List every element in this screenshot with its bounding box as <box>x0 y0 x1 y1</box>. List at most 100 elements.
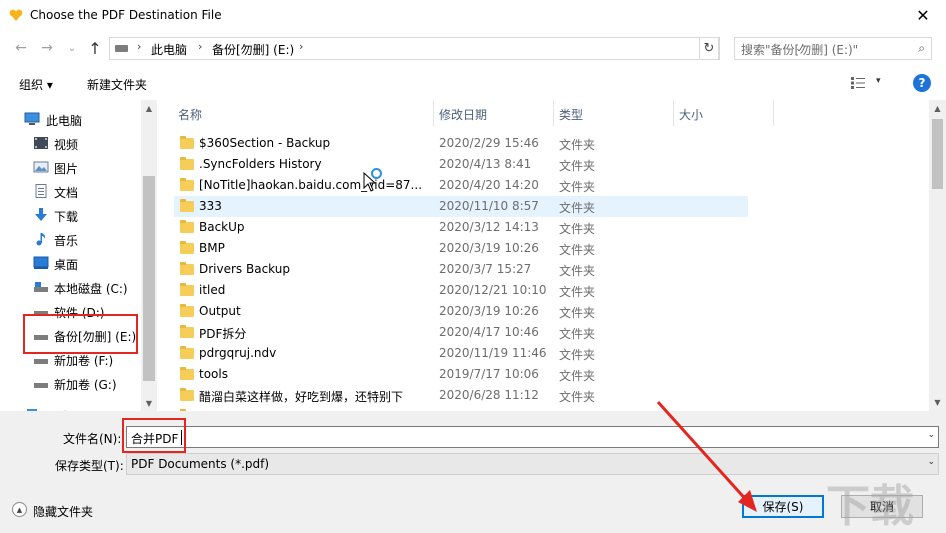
document-icon <box>35 184 47 198</box>
folder-icon <box>180 199 194 212</box>
sidebar-item-desktop[interactable]: 桌面 <box>0 252 141 274</box>
file-date: 2020/3/19 10:26 <box>439 241 539 255</box>
sidebar-item-pictures[interactable]: 图片 <box>0 156 141 178</box>
file-row[interactable]: BackUp 2020/3/12 14:13 文件夹 <box>174 217 748 238</box>
file-date: 2020/4/20 14:20 <box>439 178 539 192</box>
file-row[interactable]: .SyncFolders History 2020/4/13 8:41 文件夹 <box>174 154 748 175</box>
file-row[interactable]: Output 2020/3/19 10:26 文件夹 <box>174 301 748 322</box>
file-row[interactable]: PDF拆分 2020/4/17 10:46 文件夹 <box>174 322 748 343</box>
file-row[interactable]: $360Section - Backup 2020/2/29 15:46 文件夹 <box>174 133 748 154</box>
file-date: 2020/3/12 14:13 <box>439 220 539 234</box>
file-row[interactable]: Drivers Backup 2020/3/7 15:27 文件夹 <box>174 259 748 280</box>
file-type: 文件夹 <box>559 285 596 299</box>
folder-icon <box>180 388 194 401</box>
sidebar-item-drive-c[interactable]: 本地磁盘 (C:) <box>0 276 141 298</box>
sidebar-item-this-pc[interactable]: 此电脑 <box>0 108 141 130</box>
file-row[interactable]: pdrgqruj.ndv 2020/11/19 11:46 文件夹 <box>174 343 748 364</box>
file-type: 文件夹 <box>559 327 596 341</box>
column-header-name[interactable]: 名称 <box>172 100 433 126</box>
scrollbar-thumb[interactable] <box>143 176 155 381</box>
save-dialog: Choose the PDF Destination File ✕ ← → ⌄ … <box>0 0 946 533</box>
sidebar-item-documents[interactable]: 文档 <box>0 180 141 202</box>
breadcrumb-this-pc[interactable]: 此电脑 <box>151 41 187 58</box>
sidebar-item-music[interactable]: 音乐 <box>0 228 141 250</box>
scrollbar-thumb[interactable] <box>932 119 943 189</box>
file-type: 文件夹 <box>559 222 596 236</box>
file-type: 文件夹 <box>559 180 596 194</box>
picture-icon <box>33 161 49 173</box>
hide-folders-label: 隐藏文件夹 <box>33 505 94 519</box>
column-header-label: 名称 <box>178 108 203 122</box>
scroll-up-icon[interactable]: ▲ <box>929 100 946 117</box>
file-row[interactable]: tools 2019/7/17 10:06 文件夹 <box>174 364 748 385</box>
folder-icon <box>180 304 194 317</box>
new-folder-button[interactable]: 新建文件夹 <box>87 76 147 93</box>
sidebar-item-label: 下载 <box>54 210 79 224</box>
file-name: PDF拆分 <box>199 327 247 341</box>
column-header-type[interactable]: 类型 <box>553 100 673 126</box>
column-header-label: 修改日期 <box>439 108 488 122</box>
file-type: 文件夹 <box>559 243 596 257</box>
file-date: 2020/11/10 8:57 <box>439 199 539 213</box>
file-type: 文件夹 <box>559 390 596 404</box>
filetype-value: PDF Documents (*.pdf) <box>131 457 270 471</box>
sidebar-item-downloads[interactable]: 下载 <box>0 204 141 226</box>
file-row[interactable]: 333 2020/11/10 8:57 文件夹 <box>174 196 748 217</box>
organize-button[interactable]: 组织 ▾ <box>19 76 53 93</box>
file-row[interactable]: itled 2020/12/21 10:10 文件夹 <box>174 280 748 301</box>
view-options-icon[interactable] <box>851 77 865 89</box>
up-button[interactable]: ↑ <box>86 39 104 58</box>
breadcrumb-drive-e[interactable]: 备份[勿删] (E:) <box>212 41 294 58</box>
address-row: ← → ⌄ ↑ › 此电脑 › 备份[勿删] (E:) › ⌄ ↻ 搜索"备份[… <box>0 31 946 65</box>
sidebar-item-label: 桌面 <box>54 258 79 272</box>
sidebar-item-label: 新加卷 (F:) <box>54 354 114 368</box>
folder-icon <box>180 178 194 191</box>
folder-icon <box>180 346 194 359</box>
sidebar-item-drive-g[interactable]: 新加卷 (G:) <box>0 372 141 394</box>
help-icon[interactable]: ? <box>913 74 931 92</box>
column-divider[interactable] <box>773 100 774 126</box>
close-button[interactable]: ✕ <box>900 0 946 31</box>
filename-dropdown-icon[interactable]: ⌄ <box>927 430 935 440</box>
back-button[interactable]: ← <box>12 39 30 57</box>
file-type: 文件夹 <box>559 306 596 320</box>
navigation-scrollbar[interactable]: ▲ ▼ <box>141 100 157 411</box>
desktop-icon <box>33 256 49 269</box>
recent-locations-button[interactable]: ⌄ <box>63 39 81 57</box>
file-date: 2020/3/7 15:27 <box>439 262 532 276</box>
column-header-date[interactable]: 修改日期 <box>433 100 553 126</box>
file-type: 文件夹 <box>559 201 596 215</box>
sidebar-item-videos[interactable]: 视频 <box>0 132 141 154</box>
file-date: 2020/11/19 11:46 <box>439 346 547 360</box>
filetype-dropdown-icon[interactable]: ⌄ <box>927 457 935 467</box>
command-bar: 组织 ▾ 新建文件夹 ▾ ? <box>0 66 946 100</box>
file-date: 2020/12/21 10:10 <box>439 283 547 297</box>
scroll-up-icon[interactable]: ▲ <box>141 100 157 116</box>
filetype-select[interactable]: PDF Documents (*.pdf) ⌄ <box>126 453 939 475</box>
file-name: tools <box>199 367 228 381</box>
column-header-size[interactable]: 大小 <box>673 100 773 126</box>
file-type: 文件夹 <box>559 138 596 152</box>
pc-icon <box>24 112 40 125</box>
drive-icon <box>34 282 48 292</box>
file-row[interactable]: [NoTitle]haokan.baidu.com_vid=87... 2020/… <box>174 175 748 196</box>
forward-button[interactable]: → <box>38 39 56 57</box>
refresh-button[interactable]: ↻ <box>699 37 719 60</box>
file-row[interactable]: 醋溜白菜这样做，好吃到爆，还特别下 2020/6/28 11:12 文件夹 <box>174 385 748 406</box>
filename-input[interactable]: 合并PDF ⌄ <box>126 426 939 448</box>
scroll-down-icon[interactable]: ▼ <box>929 394 946 411</box>
address-bar[interactable]: › 此电脑 › 备份[勿删] (E:) › ⌄ <box>109 37 803 60</box>
view-dropdown-icon[interactable]: ▾ <box>876 76 881 86</box>
file-date: 2019/7/17 10:06 <box>439 367 539 381</box>
scroll-down-icon[interactable]: ▼ <box>141 395 157 411</box>
search-box[interactable]: 搜索"备份[勿删] (E:)" ⌕ <box>734 37 932 60</box>
file-list-scrollbar[interactable]: ▲ ▼ <box>929 100 946 411</box>
file-row[interactable]: BMP 2020/3/19 10:26 文件夹 <box>174 238 748 259</box>
breadcrumb-separator: › <box>198 40 203 53</box>
download-icon <box>35 208 47 221</box>
file-name: BMP <box>199 241 225 255</box>
sidebar-item-network[interactable]: 网络 <box>0 404 141 411</box>
annotation-highlight-drive <box>23 314 138 354</box>
save-button[interactable]: 保存(S) <box>742 495 824 518</box>
sidebar-item-label: 图片 <box>54 162 79 176</box>
